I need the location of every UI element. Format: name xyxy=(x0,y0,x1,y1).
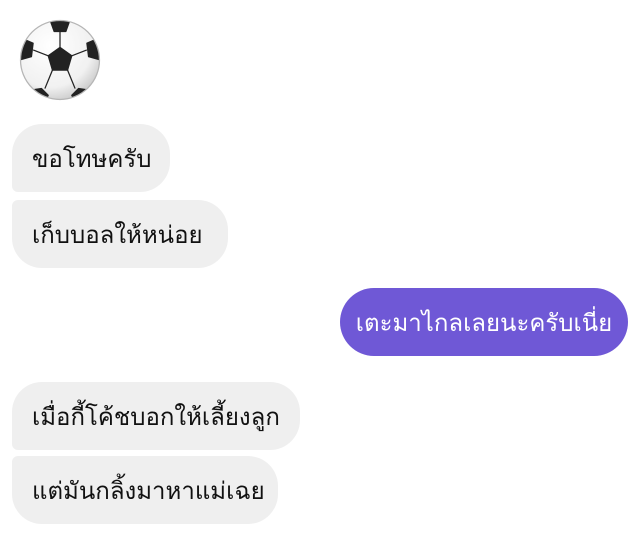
message-bubble-incoming[interactable]: ขอโทษครับ xyxy=(12,124,170,192)
message-text: เตะมาไกลเลยนะครับเนี่ย xyxy=(355,308,613,337)
message-text: แต่มันกลิ้งมาหาแม่เฉย xyxy=(32,476,265,505)
message-bubble-outgoing[interactable]: เตะมาไกลเลยนะครับเนี่ย xyxy=(340,288,628,356)
message-bubble-incoming[interactable]: เมื่อกี้โค้ชบอกให้เลี้ยงลูก xyxy=(12,382,300,450)
message-text: เก็บบอลให้หน่อย xyxy=(32,220,203,249)
soccer-ball-sticker[interactable] xyxy=(18,18,102,102)
soccer-ball-icon xyxy=(19,19,101,101)
message-text: เมื่อกี้โค้ชบอกให้เลี้ยงลูก xyxy=(32,402,280,431)
message-bubble-incoming[interactable]: เก็บบอลให้หน่อย xyxy=(12,200,228,268)
message-bubble-incoming[interactable]: แต่มันกลิ้งมาหาแม่เฉย xyxy=(12,456,278,524)
message-text: ขอโทษครับ xyxy=(32,144,152,173)
chat-thread: ขอโทษครับ เก็บบอลให้หน่อย เตะมาไกลเลยนะค… xyxy=(0,0,640,544)
